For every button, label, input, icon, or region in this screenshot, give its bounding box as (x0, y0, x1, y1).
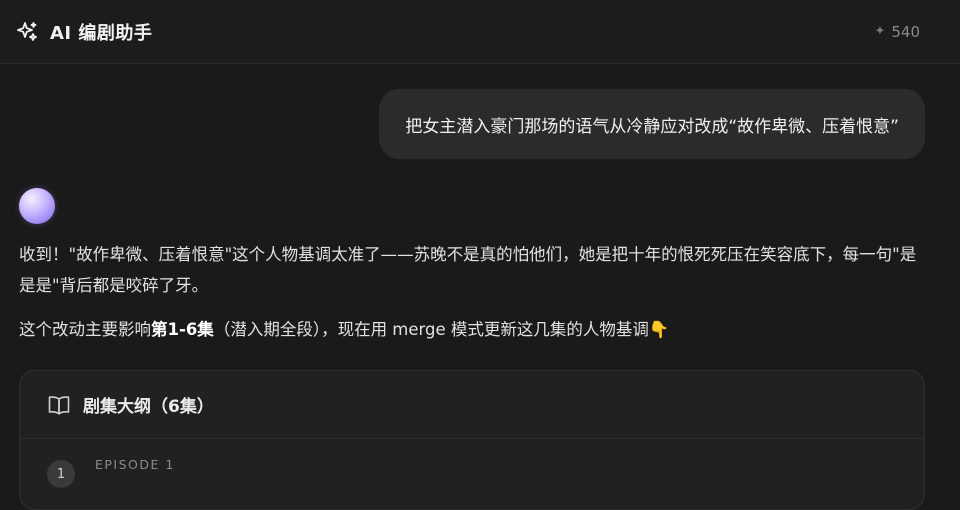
outline-card-title: 剧集大纲（6集） (83, 397, 214, 417)
outline-card[interactable]: 剧集大纲（6集） 1 EPISODE 1 (19, 370, 925, 510)
app-title: AI 编剧助手 (50, 22, 153, 44)
episode-range: 第1-6集 (151, 320, 214, 339)
episode-item[interactable]: 1 EPISODE 1 (47, 457, 175, 488)
pointing-down-icon: 👇 (648, 320, 670, 339)
user-message-bubble: 把女主潜入豪门那场的语气从冷静应对改成“故作卑微、压着恨意” (379, 89, 925, 159)
assistant-paragraph-2: 这个改动主要影响第1-6集（潜入期全段），现在用 merge 模式更新这几集的人… (19, 314, 924, 345)
app-header: AI 编剧助手 ✦ 540 (0, 0, 960, 64)
assistant-message: 收到！"故作卑微、压着恨意"这个人物基调太准了——苏晚不是真的怕他们，她是把十年… (19, 239, 924, 345)
outline-card-header[interactable]: 剧集大纲（6集） (20, 371, 924, 439)
credits-counter[interactable]: ✦ 540 (874, 23, 920, 41)
book-icon (47, 393, 71, 417)
assistant-paragraph-1: 收到！"故作卑微、压着恨意"这个人物基调太准了——苏晚不是真的怕他们，她是把十年… (19, 245, 917, 295)
chat-area[interactable]: 把女主潜入豪门那场的语气从冷静应对改成“故作卑微、压着恨意” 收到！"故作卑微、… (0, 65, 960, 510)
paragraph-text: 这个改动主要影响 (19, 320, 151, 339)
paragraph-text: （潜入期全段），现在用 merge 模式更新这几集的人物基调 (213, 320, 649, 339)
credits-value: 540 (891, 22, 920, 41)
assistant-avatar (19, 188, 55, 224)
user-message-text: 把女主潜入豪门那场的语气从冷静应对改成“故作卑微、压着恨意” (405, 116, 899, 137)
episode-number-badge: 1 (47, 460, 75, 488)
episode-label: EPISODE 1 (95, 457, 175, 472)
sparkle-icon: ✦ (874, 24, 886, 39)
sparkles-icon (14, 19, 40, 45)
